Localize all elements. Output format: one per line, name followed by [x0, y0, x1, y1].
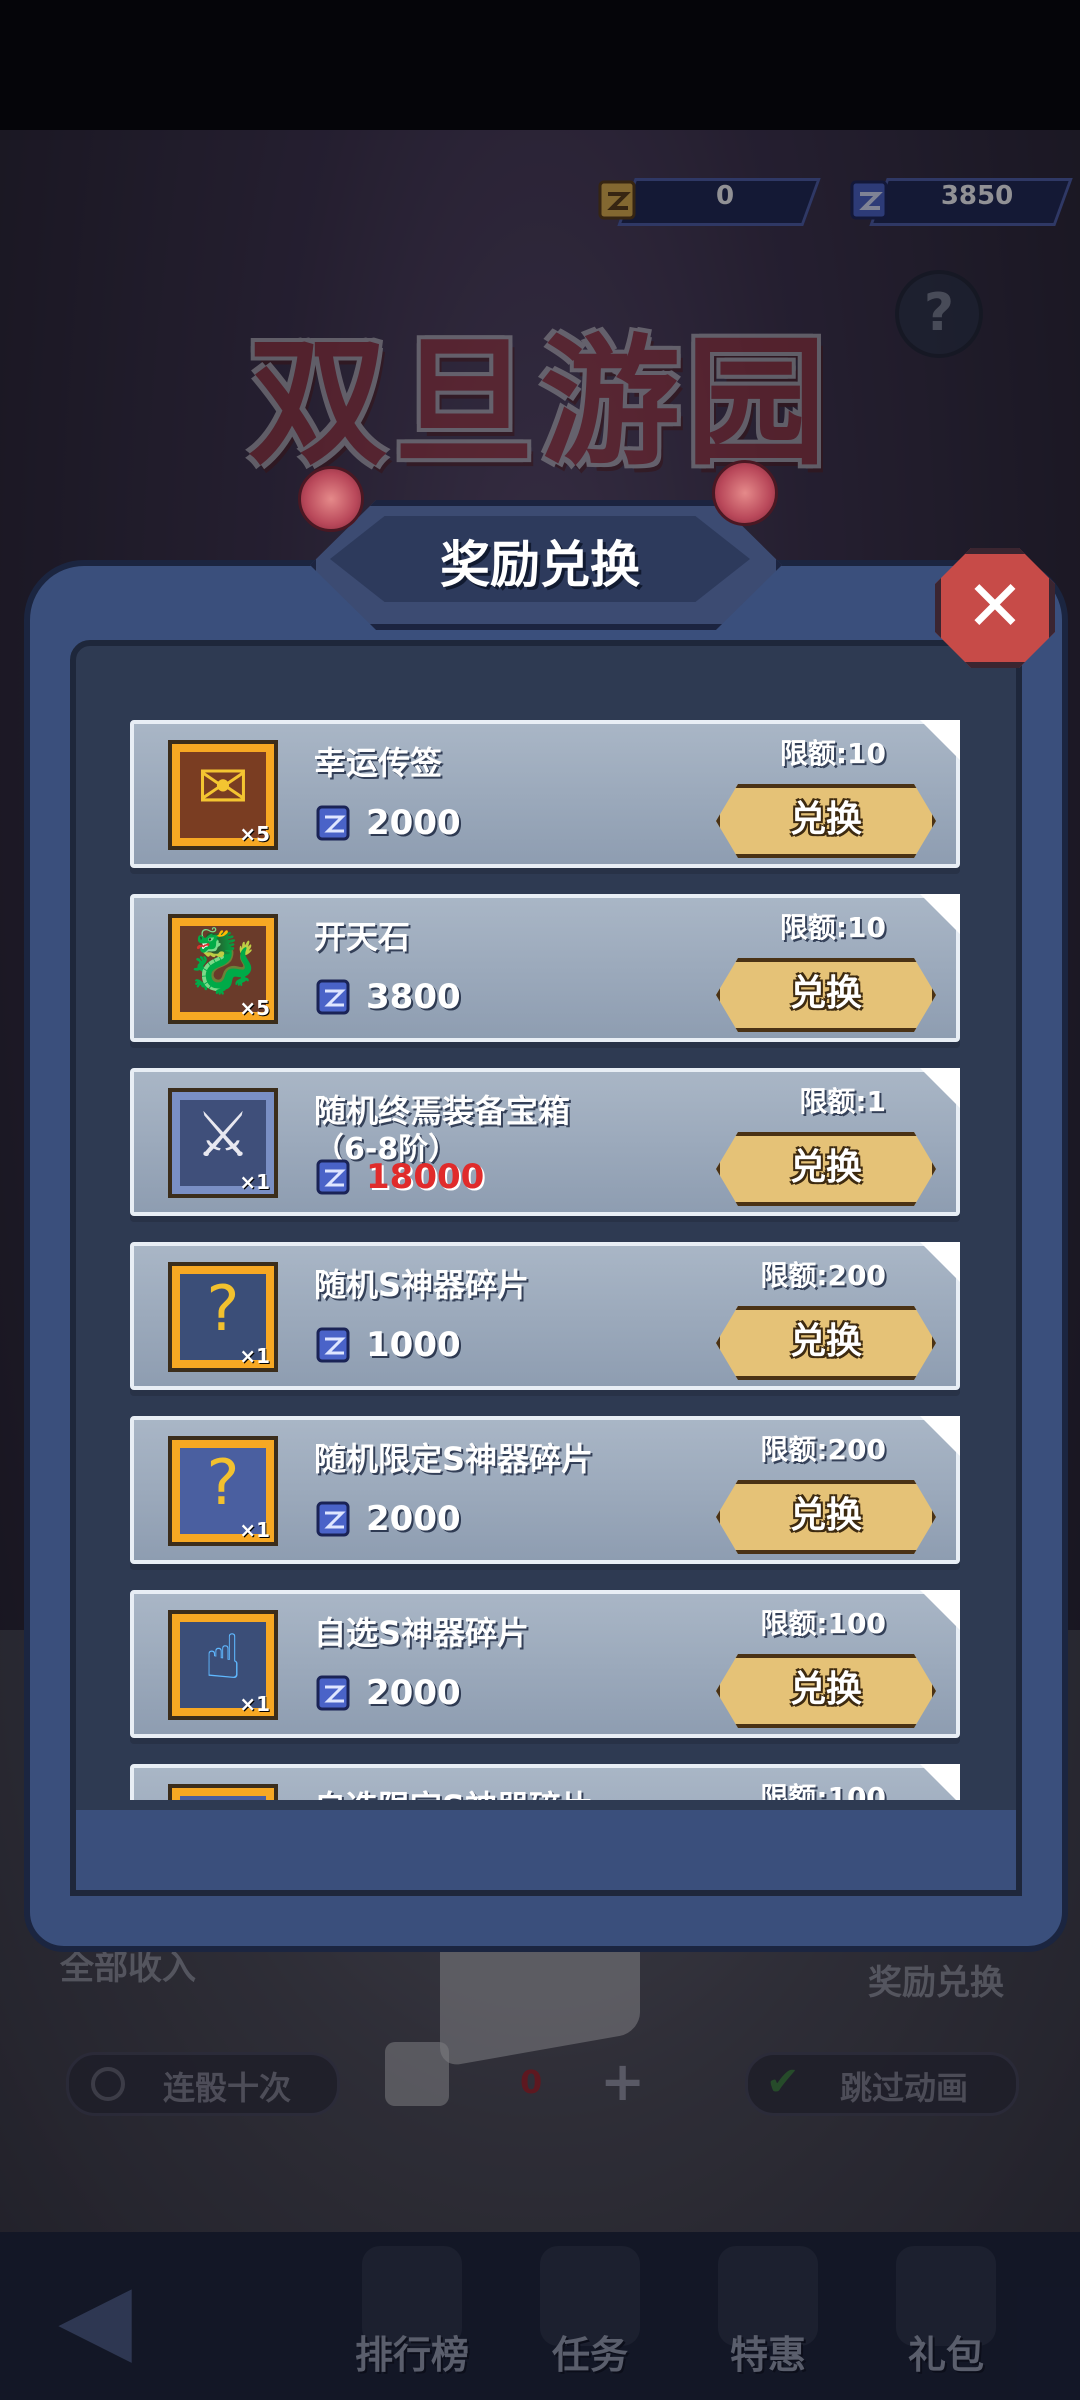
item-glyph: ✉ [197, 750, 249, 823]
item-cost: 1000 [312, 1320, 461, 1370]
puzzle-hand-icon[interactable]: ☝×1 [168, 1610, 278, 1720]
blue-scroll-icon [316, 1159, 350, 1195]
item-name: 自选S神器碎片 [314, 1614, 530, 1652]
reward-list[interactable]: ✉ ×5 幸运传签 2000 限额:10 兑换 🐉 ×5 开天石 3800 限额:10 兑换 ⚔ ×1 随机… [130, 720, 960, 1800]
item-cost-value: 2000 [366, 1499, 461, 1539]
item-name: 随机S神器碎片 [314, 1266, 530, 1304]
item-limit: 限额:200 [760, 1259, 886, 1292]
item-cost-value: 2000 [366, 1673, 461, 1713]
row-corner-icon [920, 1764, 960, 1800]
blue-scroll-icon [316, 1327, 350, 1363]
item-cost-value: 18000 [366, 1157, 485, 1197]
item-cost: 18000 [312, 1152, 484, 1202]
close-icon[interactable]: ✕ [935, 548, 1055, 668]
panel-title: 奖励兑换 [440, 536, 640, 594]
row-corner-icon [920, 1416, 960, 1456]
blue-scroll-icon [316, 979, 350, 1015]
item-limit: 限额:100 [760, 1781, 886, 1800]
reward-row: ✉ ×5 幸运传签 2000 限额:10 兑换 [130, 720, 960, 868]
row-corner-icon [920, 720, 960, 760]
item-cost-value: 3800 [366, 977, 461, 1017]
red-dragon-stone-icon[interactable]: 🐉 ×5 [168, 914, 278, 1024]
reward-row: ? ×1 随机S神器碎片 1000 限额:200 兑换 [130, 1242, 960, 1390]
item-cost-value: 1000 [366, 1325, 461, 1365]
reward-row: ☝ ×1 自选S神器碎片 2000 限额:100 兑换 [130, 1590, 960, 1738]
item-quantity: ×1 [239, 1692, 270, 1716]
puzzle-hand-icon[interactable]: ☝×1 [168, 1784, 278, 1800]
exchange-button-label[interactable]: 兑换 [716, 958, 936, 1032]
blue-scroll-icon [316, 805, 350, 841]
blue-scroll-icon [316, 1675, 350, 1711]
item-name: 开天石 [314, 918, 411, 956]
row-corner-icon [920, 1590, 960, 1630]
equipment-chest-icon[interactable]: ⚔ ×1 [168, 1088, 278, 1198]
lucky-talisman-icon[interactable]: ✉ ×5 [168, 740, 278, 850]
rose-decoration-left [298, 466, 364, 532]
item-limit: 限额:100 [760, 1607, 886, 1640]
item-quantity: ×1 [239, 1170, 270, 1194]
row-corner-icon [920, 1068, 960, 1108]
puzzle-question-icon[interactable]: ? ×1 [168, 1436, 278, 1546]
row-corner-icon [920, 1242, 960, 1282]
reward-row: 🐉 ×5 开天石 3800 限额:10 兑换 [130, 894, 960, 1042]
item-cost-value: 2000 [366, 803, 461, 843]
item-quantity: ×1 [239, 1518, 270, 1542]
exchange-panel-bottom [70, 1810, 1022, 1896]
item-cost: 2000 [312, 1494, 461, 1544]
reward-row: ⚔ ×1 随机终焉装备宝箱 （6-8阶） 18000 限额:1 兑换 [130, 1068, 960, 1216]
item-glyph: ☝ [172, 1794, 274, 1800]
item-limit: 限额:1 [799, 1085, 886, 1118]
item-cost: 3800 [312, 972, 461, 1022]
exchange-button-label[interactable]: 兑换 [716, 1306, 936, 1380]
item-glyph: 🐉 [184, 924, 262, 997]
item-limit: 限额:200 [760, 1433, 886, 1466]
item-limit: 限额:10 [779, 911, 886, 944]
item-glyph: ☝ [204, 1620, 242, 1693]
item-quantity: ×1 [239, 1344, 270, 1368]
exchange-button-label[interactable]: 兑换 [716, 1480, 936, 1554]
item-glyph: ⚔ [195, 1098, 251, 1171]
item-cost: 2000 [312, 1668, 461, 1718]
puzzle-question-icon[interactable]: ? ×1 [168, 1262, 278, 1372]
item-cost: 2000 [312, 798, 461, 848]
item-glyph: ? [206, 1446, 240, 1519]
item-name: 随机限定S神器碎片 [314, 1440, 594, 1478]
rose-decoration-right [712, 460, 778, 526]
item-name: 幸运传签 [314, 744, 443, 782]
exchange-button-label[interactable]: 兑换 [716, 784, 936, 858]
item-name: 自选限定S神器碎片 [314, 1782, 593, 1800]
item-quantity: ×5 [239, 822, 270, 846]
item-limit: 限额:10 [779, 737, 886, 770]
reward-row: ? ×1 随机限定S神器碎片 2000 限额:200 兑换 [130, 1416, 960, 1564]
item-quantity: ×5 [239, 996, 270, 1020]
reward-row: ☝×1自选限定S神器碎片2000限额:100兑换 [130, 1764, 960, 1800]
exchange-button-label[interactable]: 兑换 [716, 1132, 936, 1206]
blue-scroll-icon [316, 1501, 350, 1537]
row-corner-icon [920, 894, 960, 934]
item-glyph: ? [206, 1272, 240, 1345]
exchange-button-label[interactable]: 兑换 [716, 1654, 936, 1728]
